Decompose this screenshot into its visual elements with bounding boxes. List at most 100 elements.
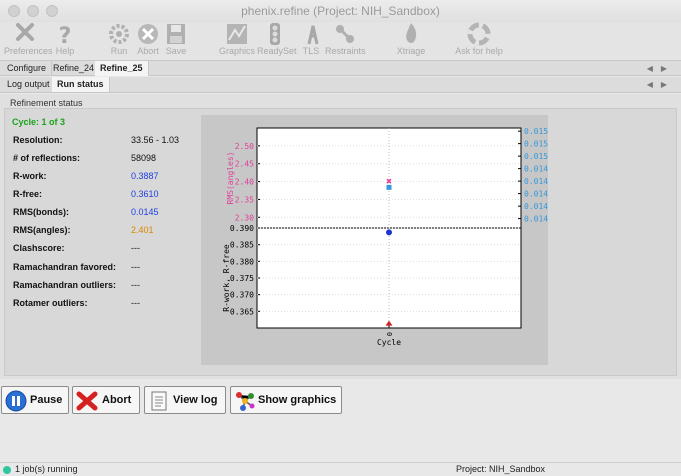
bonds-tick-label: 0.0144 bbox=[524, 190, 548, 199]
help-button[interactable]: ? Help bbox=[51, 22, 79, 56]
bonds-tick-label: 0.0154 bbox=[524, 127, 548, 136]
cycle-indicator: Cycle: 1 of 3 bbox=[12, 117, 66, 127]
clashscore-label: Clashscore: bbox=[13, 243, 65, 253]
tab-configure[interactable]: Configure bbox=[2, 61, 53, 76]
abort-button[interactable]: Abort bbox=[72, 386, 140, 414]
restraints-button[interactable]: Restraints bbox=[325, 22, 366, 56]
r-work-point bbox=[386, 229, 392, 236]
rama-outliers-label: Ramachandran outliers: bbox=[13, 280, 117, 290]
resolution-value: 33.56 - 1.03 bbox=[131, 135, 180, 145]
save-button[interactable]: Save bbox=[162, 22, 190, 56]
r-axis-label: R-work, R-free bbox=[222, 244, 231, 312]
tls-button[interactable]: TLS bbox=[299, 22, 323, 56]
xtriage-button[interactable]: Xtriage bbox=[394, 22, 428, 56]
jobs-running-text: 1 job(s) running bbox=[15, 464, 78, 474]
project-text: Project: NIH_Sandbox bbox=[456, 464, 546, 474]
output-tabbar: Log output Run status ◀▶ bbox=[0, 77, 681, 93]
rms-angles-label: RMS(angles): bbox=[13, 225, 71, 235]
pause-button[interactable]: Pause bbox=[1, 386, 69, 414]
tls-icon bbox=[307, 25, 319, 45]
rotamer-outliers-label: Rotamer outliers: bbox=[13, 298, 88, 308]
clashscore-value: --- bbox=[131, 243, 140, 253]
show-graphics-button[interactable]: Show graphics bbox=[230, 386, 342, 414]
r-tick-label: 0.385 bbox=[230, 241, 254, 250]
angles-tick-label: 2.45 bbox=[235, 160, 254, 169]
readyset-button[interactable]: ReadySet bbox=[257, 22, 297, 56]
view-log-label: View log bbox=[173, 394, 218, 406]
r-tick-label: 0.370 bbox=[230, 291, 254, 300]
minimize-window-button[interactable] bbox=[27, 5, 39, 17]
preferences-button[interactable]: Preferences bbox=[4, 22, 53, 56]
rotamer-outliers-value: --- bbox=[131, 298, 140, 308]
r-tick-label: 0.365 bbox=[230, 307, 254, 316]
resolution-label: Resolution: bbox=[13, 135, 63, 145]
bonds-tick-label: 0.0140 bbox=[524, 215, 548, 224]
rama-outliers-value: --- bbox=[131, 280, 140, 290]
rwork-label: R-work: bbox=[13, 171, 47, 181]
rama-favored-label: Ramachandran favored: bbox=[13, 262, 117, 272]
floppy-disk-icon bbox=[167, 24, 185, 44]
panel-title: Refinement status bbox=[10, 98, 83, 108]
reflections-label: # of reflections: bbox=[13, 153, 81, 163]
angles-tick-label: 2.30 bbox=[235, 213, 254, 222]
abort-toolbar-button[interactable]: Abort bbox=[134, 22, 162, 56]
rfree-value: 0.3610 bbox=[131, 189, 159, 199]
pause-icon bbox=[5, 390, 27, 412]
rms-angles-value: 2.401 bbox=[131, 225, 154, 235]
window-titlebar: phenix.refine (Project: NIH_Sandbox) bbox=[0, 0, 681, 22]
main-toolbar: Preferences ? Help Run Abort Save Graphi… bbox=[0, 22, 681, 60]
tools-icon bbox=[16, 23, 34, 41]
tab-run-status[interactable]: Run status bbox=[52, 77, 110, 92]
r-tick-label: 0.375 bbox=[230, 274, 254, 283]
gear-icon bbox=[109, 24, 129, 44]
bonds-tick-label: 0.0148 bbox=[524, 165, 548, 174]
tab-log-output[interactable]: Log output bbox=[2, 77, 56, 92]
tab-refine-25[interactable]: Refine_25 bbox=[95, 61, 149, 76]
r-tick-label: 0.380 bbox=[230, 257, 254, 266]
run-button[interactable]: Run bbox=[105, 22, 133, 56]
rwork-value: 0.3887 bbox=[131, 171, 159, 181]
question-mark-icon: ? bbox=[59, 24, 72, 46]
running-indicator-icon bbox=[3, 466, 11, 474]
bonds-tick-label: 0.0142 bbox=[524, 202, 548, 211]
angles-tick-label: 2.50 bbox=[235, 142, 254, 151]
tab-scroll-arrows[interactable]: ◀▶ bbox=[647, 61, 675, 76]
zoom-window-button[interactable] bbox=[46, 5, 58, 17]
rms-bonds-label: RMS(bonds): bbox=[13, 207, 69, 217]
close-window-button[interactable] bbox=[8, 5, 20, 17]
rama-favored-value: --- bbox=[131, 262, 140, 272]
x-tick-label: 0 bbox=[386, 332, 394, 336]
pause-label: Pause bbox=[30, 394, 63, 406]
red-x-icon bbox=[76, 391, 98, 411]
angles-tick-label: 2.35 bbox=[235, 195, 254, 204]
x-axis-label: Cycle bbox=[377, 338, 401, 347]
angles-tick-label: 2.40 bbox=[235, 178, 254, 187]
traffic-light-icon bbox=[270, 23, 280, 45]
reflections-value: 58098 bbox=[131, 153, 157, 163]
svg-text:?: ? bbox=[59, 24, 72, 46]
angles-axis-label: RMS(angles) bbox=[226, 152, 235, 205]
bonds-tick-label: 0.0146 bbox=[524, 177, 548, 186]
window-title: phenix.refine (Project: NIH_Sandbox) bbox=[241, 4, 440, 18]
show-graphics-label: Show graphics bbox=[258, 394, 337, 406]
molecule-icon bbox=[336, 25, 354, 43]
rms-bonds-value: 0.0145 bbox=[131, 207, 159, 217]
refinement-plot: 2.50 2.45 2.40 2.35 2.30 0.0154 0.0152 0.0150 0.… bbox=[222, 127, 548, 347]
status-bar: 1 job(s) running Project: NIH_Sandbox bbox=[0, 462, 681, 476]
stop-icon bbox=[138, 24, 158, 44]
view-log-button[interactable]: View log bbox=[144, 386, 226, 414]
ask-for-help-button[interactable]: Ask for help bbox=[454, 22, 504, 56]
document-icon bbox=[151, 391, 167, 411]
flame-icon bbox=[406, 23, 417, 43]
subtab-scroll-arrows[interactable]: ◀▶ bbox=[647, 77, 675, 92]
molecule-graphics-icon bbox=[236, 392, 255, 411]
graphics-button[interactable]: Graphics bbox=[219, 22, 255, 56]
bonds-tick-label: 0.0152 bbox=[524, 140, 548, 149]
job-tabbar: Configure Refine_24 Refine_25 ◀▶ bbox=[0, 60, 681, 76]
lifebuoy-icon bbox=[467, 22, 491, 46]
rfree-label: R-free: bbox=[13, 189, 43, 199]
tab-refine-24[interactable]: Refine_24 bbox=[48, 61, 101, 76]
graphics-icon bbox=[227, 24, 247, 44]
abort-label: Abort bbox=[102, 394, 132, 406]
bonds-tick-label: 0.0150 bbox=[524, 152, 548, 161]
